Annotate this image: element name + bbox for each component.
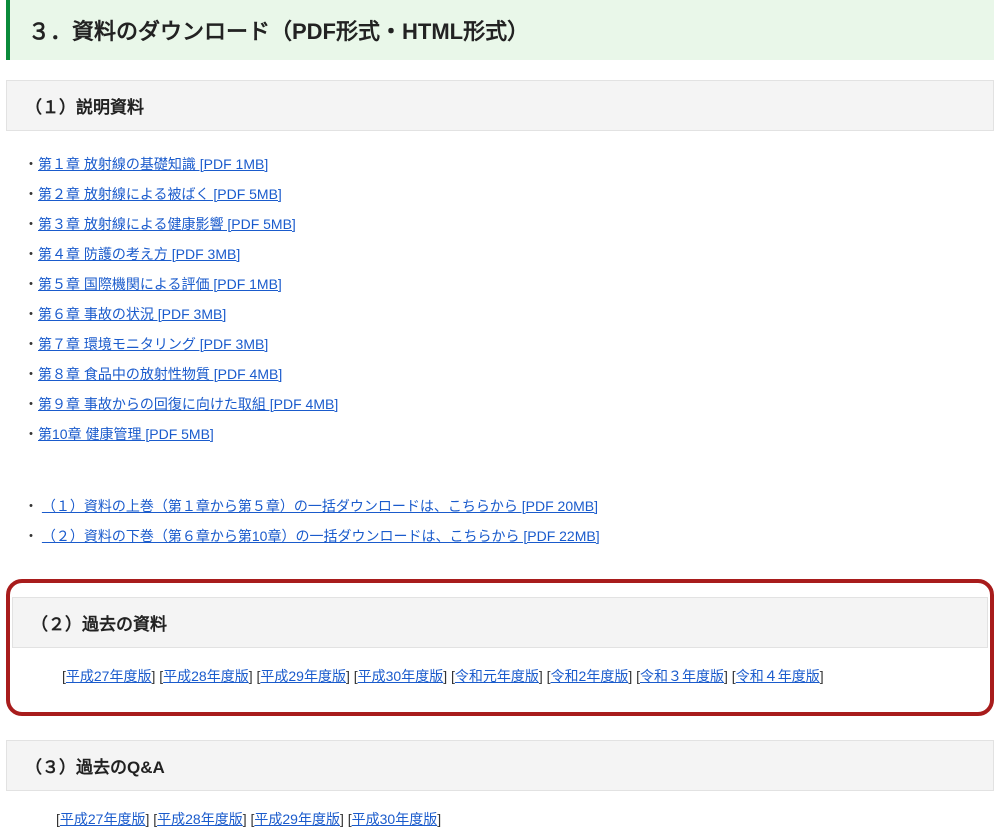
- chapter-link-5[interactable]: 第５章 国際機関による評価 [PDF 1MB]: [38, 276, 282, 292]
- past-link-r3[interactable]: 令和３年度版: [640, 668, 724, 684]
- chapter-link-2[interactable]: 第２章 放射線による被ばく [PDF 5MB]: [38, 186, 282, 202]
- qa-link-h27[interactable]: 平成27年度版: [60, 811, 146, 827]
- section1-heading: （１）説明資料: [6, 80, 994, 131]
- past-link-r4[interactable]: 令和４年度版: [736, 668, 820, 684]
- bulk-download-list: （１）資料の上巻（第１章から第５章）の一括ダウンロードは、こちらから [PDF …: [20, 491, 980, 551]
- qa-link-h29[interactable]: 平成29年度版: [254, 811, 340, 827]
- section3-heading: （３）過去のQ&A: [6, 740, 994, 791]
- section3-version-links: [平成27年度版] [平成28年度版] [平成29年度版] [平成30年度版]: [20, 809, 980, 829]
- chapter-link-8[interactable]: 第８章 食品中の放射性物質 [PDF 4MB]: [38, 366, 282, 382]
- main-heading: ３．資料のダウンロード（PDF形式・HTML形式）: [6, 0, 994, 60]
- past-link-h27[interactable]: 平成27年度版: [66, 668, 152, 684]
- past-link-h30[interactable]: 平成30年度版: [358, 668, 444, 684]
- chapter-list: 第１章 放射線の基礎知識 [PDF 1MB] 第２章 放射線による被ばく [PD…: [20, 149, 980, 449]
- past-link-r1[interactable]: 令和元年度版: [455, 668, 539, 684]
- chapter-link-9[interactable]: 第９章 事故からの回復に向けた取組 [PDF 4MB]: [38, 396, 338, 412]
- bulk-download-upper[interactable]: （１）資料の上巻（第１章から第５章）の一括ダウンロードは、こちらから [PDF …: [42, 498, 598, 514]
- chapter-link-10[interactable]: 第10章 健康管理 [PDF 5MB]: [38, 426, 214, 442]
- section2-heading: （２）過去の資料: [12, 597, 988, 648]
- section3-content: [平成27年度版] [平成28年度版] [平成29年度版] [平成30年度版]: [0, 809, 1000, 839]
- section2-highlight-box: （２）過去の資料 [平成27年度版] [平成28年度版] [平成29年度版] […: [6, 579, 994, 716]
- chapter-link-7[interactable]: 第７章 環境モニタリング [PDF 3MB]: [38, 336, 268, 352]
- chapter-link-3[interactable]: 第３章 放射線による健康影響 [PDF 5MB]: [38, 216, 296, 232]
- qa-link-h28[interactable]: 平成28年度版: [157, 811, 243, 827]
- qa-link-h30[interactable]: 平成30年度版: [352, 811, 438, 827]
- chapter-link-4[interactable]: 第４章 防護の考え方 [PDF 3MB]: [38, 246, 240, 262]
- bulk-download-lower[interactable]: （２）資料の下巻（第６章から第10章）の一括ダウンロードは、こちらから [PDF…: [42, 528, 600, 544]
- section1-content: 第１章 放射線の基礎知識 [PDF 1MB] 第２章 放射線による被ばく [PD…: [0, 149, 1000, 579]
- past-link-h29[interactable]: 平成29年度版: [260, 668, 346, 684]
- past-link-h28[interactable]: 平成28年度版: [163, 668, 249, 684]
- section2-version-links: [平成27年度版] [平成28年度版] [平成29年度版] [平成30年度版] …: [12, 666, 988, 686]
- chapter-link-6[interactable]: 第６章 事故の状況 [PDF 3MB]: [38, 306, 226, 322]
- chapter-link-1[interactable]: 第１章 放射線の基礎知識 [PDF 1MB]: [38, 156, 268, 172]
- past-link-r2[interactable]: 令和2年度版: [551, 668, 629, 684]
